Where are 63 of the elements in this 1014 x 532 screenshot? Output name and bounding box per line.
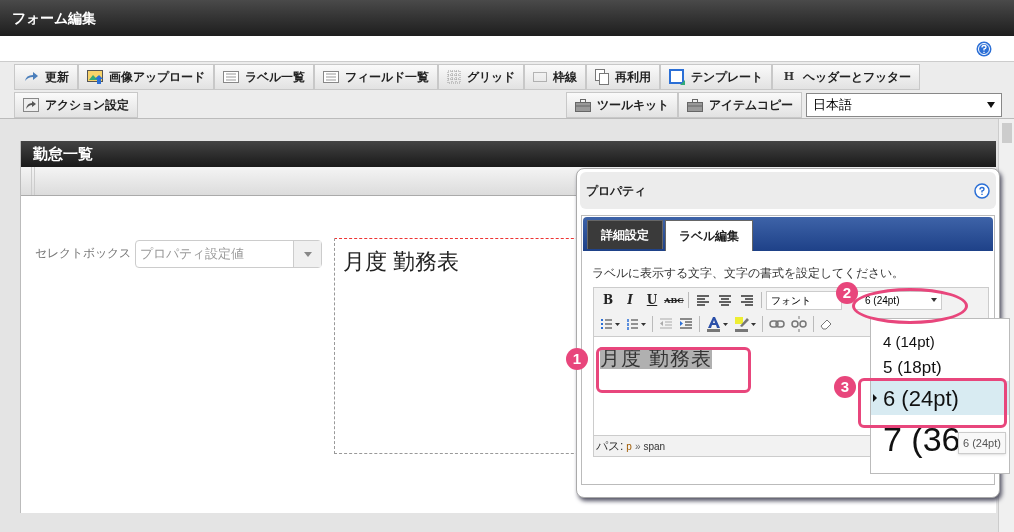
toolbox-icon bbox=[687, 98, 703, 112]
font-select[interactable]: フォント bbox=[766, 290, 842, 310]
path-link[interactable]: span bbox=[643, 438, 666, 454]
numbered-list-icon[interactable] bbox=[626, 318, 646, 330]
field-label: セレクトボックス bbox=[35, 245, 131, 262]
path-link[interactable]: p bbox=[626, 438, 632, 454]
align-left-icon[interactable] bbox=[696, 293, 710, 307]
image-icon bbox=[87, 70, 103, 84]
help-icon[interactable] bbox=[976, 40, 992, 57]
toolbar-button[interactable]: ツールキット bbox=[566, 92, 678, 118]
description-text: ラベルに表示する文字、文字の書式を設定してください。 bbox=[592, 266, 904, 280]
strikethrough-button[interactable]: ABC bbox=[664, 290, 684, 310]
header-letter-icon: H bbox=[781, 68, 797, 86]
toolbar-button[interactable]: 再利用 bbox=[586, 64, 660, 90]
toolbar-button[interactable]: フィールド一覧 bbox=[314, 64, 438, 90]
toolbar-button[interactable]: 枠線 bbox=[524, 64, 586, 90]
bullet-list-icon[interactable] bbox=[600, 318, 620, 330]
list-icon bbox=[323, 71, 339, 83]
toolbar-button[interactable]: アイテムコピー bbox=[678, 92, 802, 118]
form-title: 勤怠一覧 bbox=[33, 143, 93, 164]
highlight-color-icon[interactable] bbox=[734, 316, 756, 332]
indent-icon[interactable] bbox=[679, 318, 693, 330]
toolbox-icon bbox=[575, 98, 591, 112]
dialog-title: プロパティ bbox=[586, 182, 646, 200]
toolbar-button[interactable]: H ヘッダーとフッター bbox=[772, 64, 920, 90]
template-icon bbox=[669, 69, 685, 85]
align-center-icon[interactable] bbox=[718, 293, 732, 307]
dropdown-caret-icon bbox=[303, 251, 312, 257]
size-option[interactable]: 6 (24pt) bbox=[871, 381, 1009, 415]
tab[interactable]: ラベル編集 bbox=[665, 220, 753, 251]
path-separator: » bbox=[634, 439, 641, 454]
underline-button[interactable]: U bbox=[642, 290, 662, 310]
dotted-frame-icon bbox=[533, 72, 547, 82]
arrow-icon bbox=[23, 71, 39, 83]
eraser-icon[interactable] bbox=[820, 318, 832, 330]
pages-icon bbox=[595, 69, 609, 85]
link-icon[interactable] bbox=[769, 319, 785, 329]
toolbar-button[interactable]: 更新 bbox=[14, 64, 78, 90]
dropdown-caret-icon bbox=[931, 298, 937, 302]
label-text: 月度 勤務表 bbox=[343, 249, 460, 274]
text-color-icon[interactable] bbox=[706, 316, 728, 332]
share-icon bbox=[23, 98, 39, 112]
pointer-icon bbox=[873, 394, 877, 402]
bold-button[interactable]: B bbox=[598, 290, 618, 310]
tab[interactable]: 詳細設定 bbox=[587, 220, 663, 249]
unlink-icon[interactable] bbox=[791, 316, 807, 332]
toolbar-button[interactable]: アクション設定 bbox=[14, 92, 138, 118]
tooltip: 6 (24pt) bbox=[958, 432, 1006, 454]
size-option[interactable]: 5 (18pt) bbox=[871, 355, 946, 381]
dropdown-caret-icon bbox=[987, 102, 995, 108]
size-option[interactable]: 4 (14pt) bbox=[871, 329, 939, 355]
toolbar-button[interactable]: ラベル一覧 bbox=[214, 64, 314, 90]
italic-button[interactable]: I bbox=[620, 290, 640, 310]
language-select[interactable]: 日本語 bbox=[806, 93, 1002, 117]
grid-icon bbox=[447, 70, 461, 84]
help-icon[interactable] bbox=[974, 182, 990, 199]
window-title: フォーム編集 bbox=[12, 8, 96, 28]
toolbar-button[interactable]: テンプレート bbox=[660, 64, 772, 90]
align-right-icon[interactable] bbox=[740, 293, 754, 307]
toolbar-button[interactable]: 画像アップロード bbox=[78, 64, 214, 90]
list-icon bbox=[223, 71, 239, 83]
path-label: パス: bbox=[596, 438, 624, 455]
toolbar-button[interactable]: グリッド bbox=[438, 64, 524, 90]
